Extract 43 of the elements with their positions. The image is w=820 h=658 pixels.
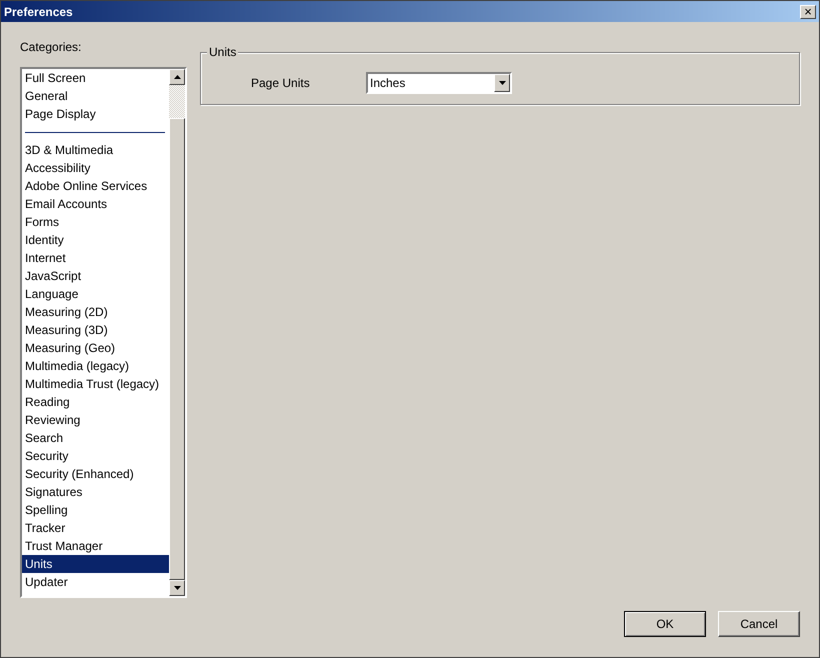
page-units-label: Page Units [251,75,311,92]
category-item[interactable]: Page Display [22,105,169,123]
close-button[interactable]: × [800,4,816,18]
category-item[interactable]: Measuring (2D) [22,303,169,321]
category-item[interactable]: Reviewing [22,411,169,429]
category-item[interactable]: Tracker [22,519,169,537]
categories-list[interactable] [20,67,187,598]
category-item[interactable]: Search [22,429,169,447]
dropdown-value: Inches [369,75,406,92]
scroll-down-button[interactable] [169,580,185,596]
category-item[interactable]: Internet [22,249,169,267]
category-item[interactable]: Units [22,555,169,573]
cancel-button[interactable]: Cancel [718,611,800,637]
window-title: Preferences [4,4,73,20]
category-item[interactable]: Reading [22,393,169,411]
category-item[interactable]: Email Accounts [22,195,169,213]
category-item[interactable]: Accessibility [22,159,169,177]
category-item[interactable]: Multimedia (legacy) [22,357,169,375]
category-item[interactable]: Forms [22,213,169,231]
category-item[interactable]: Security [22,447,169,465]
category-item[interactable]: Language [22,285,169,303]
down-arrow-icon [174,586,180,590]
category-item[interactable]: Updater [22,573,169,591]
category-item[interactable]: Measuring (3D) [22,321,169,339]
category-item[interactable]: Spelling [22,501,169,519]
category-item[interactable]: Security (Enhanced) [22,465,169,483]
category-item[interactable]: Trust Manager [22,537,169,555]
category-item[interactable]: Measuring (Geo) [22,339,169,357]
category-item[interactable]: Adobe Online Services [22,177,169,195]
category-item[interactable]: Multimedia Trust (legacy) [22,375,169,393]
category-item[interactable]: JavaScript [22,267,169,285]
ok-button[interactable]: OK [624,611,706,637]
caret-icon [498,81,506,85]
up-arrow-icon [174,75,180,79]
category-item[interactable]: Full Screen [22,69,169,87]
page-units-dropdown[interactable]: Inches [366,72,512,94]
category-item[interactable]: Signatures [22,483,169,501]
category-item[interactable]: Identity [22,231,169,249]
category-item[interactable]: 3D & Multimedia [22,141,169,159]
categories-label: Categories: [20,39,82,56]
scroll-up-button[interactable] [169,69,185,85]
category-item[interactable]: General [22,87,169,105]
dropdown-button[interactable] [494,74,510,92]
